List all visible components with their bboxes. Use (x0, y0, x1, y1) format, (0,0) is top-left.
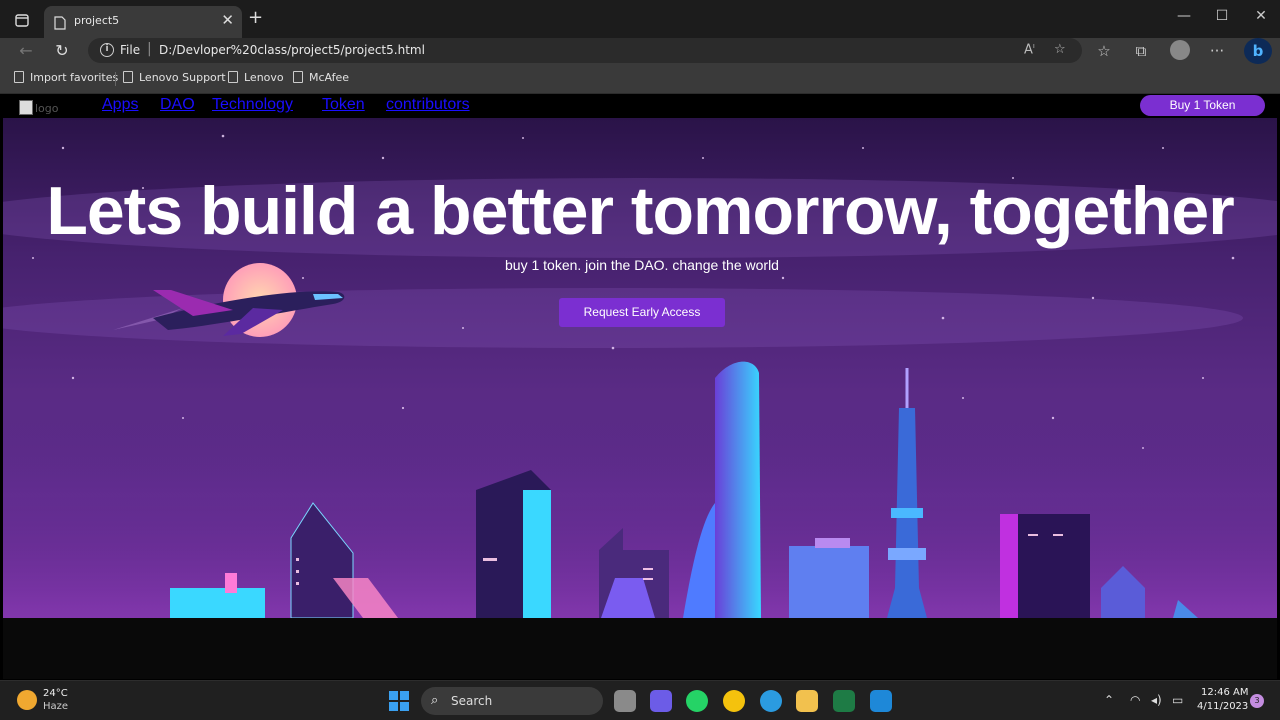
favorite-lenovo[interactable]: Lenovo (228, 71, 284, 84)
logo-alt-text: logo (35, 102, 59, 115)
more-options-icon[interactable]: ··· (1206, 42, 1228, 60)
new-tab-button[interactable]: + (248, 9, 263, 27)
nav-link-technology[interactable]: Technology (212, 96, 293, 114)
nav-link-dao[interactable]: DAO (160, 96, 195, 114)
page-viewport: logo Apps DAO Technology Token contribut… (3, 94, 1277, 679)
broken-logo-image (19, 100, 33, 115)
refresh-button[interactable]: ↻ (50, 41, 74, 61)
clock-time[interactable]: 12:46 AM (1201, 687, 1248, 698)
battery-icon[interactable]: ▭ (1172, 693, 1183, 707)
address-bar[interactable]: i File | D:/Devloper%20class/project5/pr… (88, 38, 1082, 63)
hero-headline: Lets build a better tomorrow, together (46, 173, 1234, 249)
hero-section: Lets build a better tomorrow, together b… (3, 118, 1277, 618)
clock-date[interactable]: 4/11/2023 (1197, 701, 1248, 712)
collections-icon[interactable]: ⧉ (1130, 42, 1152, 60)
edge-icon[interactable] (760, 690, 782, 712)
page-icon (123, 71, 133, 83)
weather-icon[interactable] (17, 690, 37, 710)
buy-token-button[interactable]: Buy 1 Token (1140, 95, 1265, 116)
add-favorite-icon[interactable]: ☆ (1054, 42, 1066, 57)
favorites-icon[interactable]: ☆ (1093, 42, 1115, 60)
close-tab-icon[interactable]: ✕ (221, 13, 234, 28)
notification-badge[interactable]: 3 (1250, 694, 1264, 708)
info-icon[interactable]: i (100, 43, 114, 57)
favorites-bar: Import favorites Lenovo Support Lenovo M… (0, 64, 1280, 94)
back-button[interactable]: ← (14, 41, 38, 61)
browser-tab-project5[interactable]: project5 ✕ (44, 6, 242, 38)
wifi-icon[interactable]: ◠ (1130, 693, 1140, 707)
page-icon (293, 71, 303, 83)
tab-title: project5 (74, 14, 120, 27)
profile-avatar[interactable] (1170, 40, 1190, 60)
nav-link-token[interactable]: Token (322, 96, 365, 114)
tab-actions-icon[interactable] (10, 10, 34, 30)
search-icon: ⌕ (431, 693, 439, 708)
minimize-button[interactable]: — (1166, 8, 1202, 24)
chevron-up-icon[interactable]: ⌃ (1104, 693, 1114, 707)
page-icon (228, 71, 238, 83)
import-icon (14, 71, 24, 83)
file-explorer-icon[interactable] (796, 690, 818, 712)
teams-chat-icon[interactable] (650, 690, 672, 712)
close-window-button[interactable]: ✕ (1243, 8, 1279, 24)
weather-condition: Haze (43, 701, 69, 712)
favorites-divider (115, 72, 116, 86)
start-button[interactable] (389, 691, 409, 711)
favorite-lenovo-support[interactable]: Lenovo Support (123, 71, 226, 84)
excel-icon[interactable] (833, 690, 855, 712)
volume-icon[interactable]: ◂) (1151, 693, 1162, 707)
whatsapp-icon[interactable] (686, 690, 708, 712)
address-separator: | (147, 41, 152, 57)
chrome-icon[interactable] (723, 690, 745, 712)
site-navbar: logo Apps DAO Technology Token contribut… (3, 94, 1277, 118)
search-label: Search (451, 694, 493, 708)
browser-tab-strip: project5 ✕ + — ☐ ✕ (0, 0, 1280, 38)
address-url[interactable]: D:/Devloper%20class/project5/project5.ht… (159, 43, 425, 57)
nav-link-apps[interactable]: Apps (102, 96, 138, 114)
maximize-button[interactable]: ☐ (1204, 8, 1240, 24)
browser-toolbar: ← ↻ i File | D:/Devloper%20class/project… (0, 38, 1280, 64)
nav-link-contributors[interactable]: contributors (386, 96, 470, 114)
bing-chat-icon[interactable]: b (1244, 38, 1272, 64)
import-favorites-link[interactable]: Import favorites (14, 71, 118, 84)
taskbar-search[interactable]: ⌕ Search (421, 687, 603, 715)
read-aloud-icon[interactable]: Aı (1024, 42, 1035, 57)
weather-temperature: 24°C (43, 688, 68, 699)
request-early-access-button[interactable]: Request Early Access (559, 298, 725, 327)
favorite-mcafee[interactable]: McAfee (293, 71, 349, 84)
hero-subheadline: buy 1 token. join the DAO. change the wo… (505, 257, 779, 273)
lenovo-app-icon[interactable] (870, 690, 892, 712)
windows-taskbar: 24°C Haze ⌕ Search ⌃ ◠ ◂) ▭ 12:46 AM 4/1… (0, 680, 1280, 720)
task-view-icon[interactable] (614, 690, 636, 712)
page-icon (54, 15, 66, 30)
address-scheme: File (120, 43, 141, 57)
